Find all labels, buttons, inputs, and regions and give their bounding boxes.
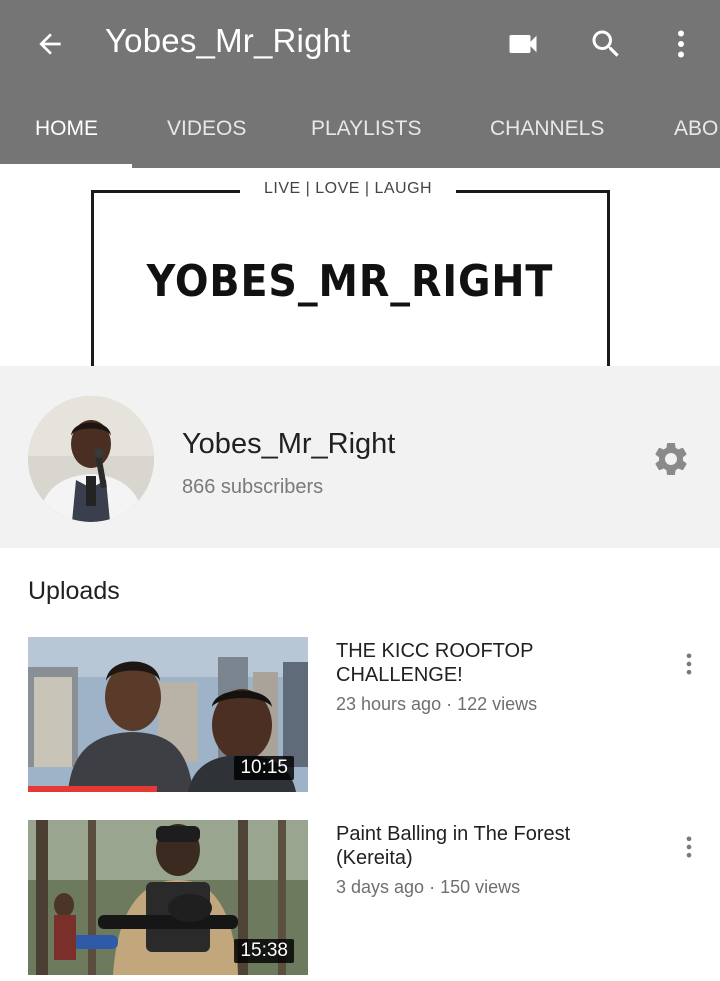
- video-item[interactable]: 10:15 THE KICC ROOFTOP CHALLENGE! 23 hou…: [0, 637, 720, 797]
- video-duration: 15:38: [234, 939, 294, 963]
- subscriber-count: 866 subscribers: [182, 476, 324, 498]
- video-meta: 23 hours ago · 122 views: [336, 694, 538, 714]
- video-thumbnail[interactable]: 15:38: [28, 820, 308, 975]
- video-item[interactable]: 15:38 Paint Balling in The Forest (Kerei…: [0, 820, 720, 980]
- video-title[interactable]: Paint Balling in The Forest (Kereita): [336, 822, 606, 870]
- video-duration: 10:15: [234, 756, 294, 780]
- video-thumbnail[interactable]: 10:15: [28, 637, 308, 792]
- more-vert-icon[interactable]: [672, 830, 706, 864]
- channel-banner: LIVE | LOVE | LAUGH YOBES_MR_RIGHT: [0, 168, 720, 366]
- channel-name: Yobes_Mr_Right: [182, 428, 396, 460]
- channel-avatar[interactable]: [28, 396, 154, 522]
- video-camera-icon[interactable]: [501, 22, 545, 66]
- tab-playlists[interactable]: PLAYLISTS: [311, 117, 422, 141]
- tab-channels[interactable]: CHANNELS: [490, 117, 604, 141]
- channel-header: Yobes_Mr_Right 866 subscribers: [0, 366, 720, 548]
- gear-icon[interactable]: [648, 436, 694, 482]
- tab-videos[interactable]: VIDEOS: [167, 117, 246, 141]
- watch-progress-bar: [28, 786, 157, 792]
- more-vert-icon[interactable]: [659, 22, 703, 66]
- back-arrow-icon[interactable]: [30, 24, 70, 64]
- banner-logo: YOBES_MR_RIGHT: [146, 256, 554, 307]
- video-title[interactable]: THE KICC ROOFTOP CHALLENGE!: [336, 639, 551, 687]
- more-vert-icon[interactable]: [672, 647, 706, 681]
- channel-tabs: HOME VIDEOS PLAYLISTS CHANNELS ABOUT: [0, 88, 720, 168]
- tab-home[interactable]: HOME: [35, 117, 98, 141]
- search-icon[interactable]: [584, 22, 628, 66]
- tab-about[interactable]: ABOUT: [674, 117, 720, 141]
- uploads-heading: Uploads: [28, 577, 120, 605]
- channel-title: Yobes_Mr_Right: [105, 22, 351, 59]
- app-bar: Yobes_Mr_Right: [0, 0, 720, 88]
- video-meta: 3 days ago · 150 views: [336, 877, 521, 897]
- banner-tagline: LIVE | LOVE | LAUGH: [240, 180, 457, 198]
